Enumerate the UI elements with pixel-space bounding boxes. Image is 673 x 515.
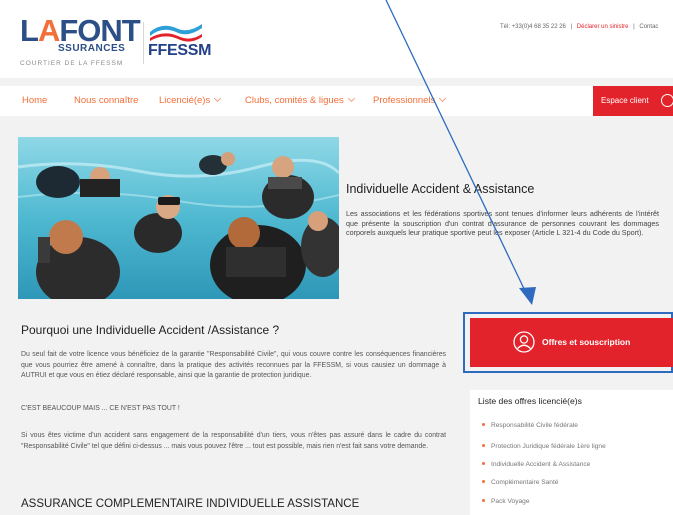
why-heading: Pourquoi une Individuelle Accident /Assi… bbox=[21, 323, 280, 337]
contact-link[interactable]: Contac bbox=[639, 24, 658, 30]
nav-label: Home bbox=[22, 95, 48, 106]
offers-list-title: Liste des offres licencié(e)s bbox=[478, 396, 582, 406]
hero-title: Individuelle Accident & Assistance bbox=[346, 182, 535, 196]
separator: | bbox=[633, 24, 635, 30]
bullet-icon bbox=[482, 462, 485, 465]
lafont-tagline: COURTIER DE LA FFESSM bbox=[20, 60, 124, 67]
offers-list-panel: Liste des offres licencié(e)s Responsabi… bbox=[470, 390, 673, 515]
nav-label: Clubs, comités & ligues bbox=[245, 95, 344, 106]
nav-label: Licencié(e)s bbox=[159, 95, 211, 106]
user-circle-icon bbox=[661, 94, 673, 107]
list-item[interactable]: Complémentaire Santé bbox=[482, 479, 558, 486]
nav-item-clubs[interactable]: Clubs, comités & ligues bbox=[245, 94, 355, 106]
paragraph-rc: Du seul fait de votre licence vous bénéf… bbox=[21, 351, 446, 380]
lafont-wordmark: LAFONT bbox=[20, 13, 141, 48]
ffessm-wave-icon bbox=[150, 24, 202, 42]
client-space-label: Espace client bbox=[601, 96, 649, 105]
list-item[interactable]: Pack Voyage bbox=[482, 498, 530, 505]
ffessm-logo[interactable]: FFESSM bbox=[148, 20, 211, 68]
list-item[interactable]: Individuelle Accident & Assistance bbox=[482, 461, 590, 468]
paragraph-victim: Si vous êtes victime d'un accident sans … bbox=[21, 432, 446, 450]
nav-item-home[interactable]: Home bbox=[22, 95, 47, 106]
nav-item-licensees[interactable]: Licencié(e)s bbox=[159, 94, 222, 106]
nav-label: Nous connaître bbox=[74, 95, 139, 106]
lafont-sub: SSURANCES bbox=[58, 43, 126, 54]
main-nav: Home Nous connaître Licencié(e)s Clubs, … bbox=[0, 86, 673, 116]
list-item[interactable]: Protection Juridique fédérale 1ère ligne bbox=[482, 443, 606, 450]
phone-number: Tél: +33(0)4 68 35 22 26 bbox=[500, 24, 566, 30]
offers-subscribe-label: Offres et souscription bbox=[542, 337, 631, 347]
list-item[interactable]: Responsabilité Civile fédérale bbox=[482, 422, 578, 429]
hero-photo bbox=[18, 137, 339, 299]
bullet-icon bbox=[482, 444, 485, 447]
declare-claim-link[interactable]: Déclarer un sinistre bbox=[577, 24, 629, 30]
logo-divider bbox=[143, 22, 144, 64]
nav-item-about[interactable]: Nous connaître bbox=[74, 95, 138, 106]
complementary-heading: ASSURANCE COMPLEMENTAIRE INDIVIDUELLE AS… bbox=[21, 498, 360, 510]
bullet-icon bbox=[482, 480, 485, 483]
chevron-down-icon bbox=[347, 94, 355, 103]
user-circle-icon bbox=[513, 331, 535, 353]
offers-subscribe-button[interactable]: Offres et souscription bbox=[470, 318, 673, 367]
site-header: LAFONT SSURANCES COURTIER DE LA FFESSM F… bbox=[0, 0, 673, 78]
bullet-icon bbox=[482, 423, 485, 426]
scuba-divers-pool-photo bbox=[18, 137, 339, 299]
lafont-logo[interactable]: LAFONT SSURANCES COURTIER DE LA FFESSM bbox=[20, 15, 142, 70]
nav-label: Professionnels bbox=[373, 95, 436, 106]
chevron-down-icon bbox=[439, 94, 447, 103]
ffessm-wordmark: FFESSM bbox=[148, 42, 212, 59]
paragraph-not-all: C'EST BEAUCOUP MAIS ... CE N'EST PAS TOU… bbox=[21, 405, 180, 412]
nav-item-professionals[interactable]: Professionnels bbox=[373, 94, 447, 106]
chevron-down-icon bbox=[214, 94, 222, 103]
header-topline: Tél: +33(0)4 68 35 22 26 | Déclarer un s… bbox=[500, 24, 658, 30]
hero-text: Les associations et les fédérations spor… bbox=[346, 209, 659, 238]
client-space-button[interactable]: Espace client bbox=[593, 86, 673, 116]
separator: | bbox=[570, 24, 573, 30]
bullet-icon bbox=[482, 499, 485, 502]
